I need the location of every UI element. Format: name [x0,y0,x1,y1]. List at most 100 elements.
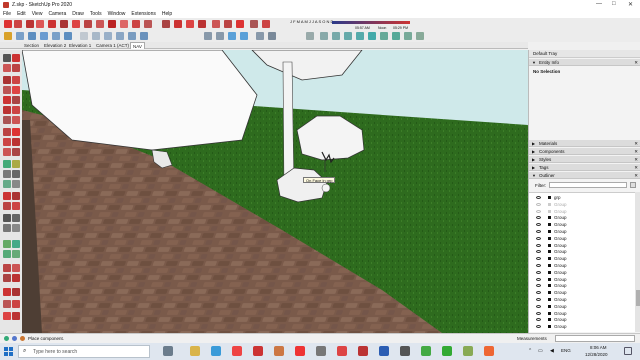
close-panel-icon[interactable]: ✕ [634,172,638,179]
rectangle-tool-icon[interactable] [48,20,56,28]
outliner-filter-input[interactable] [549,182,627,188]
dimension-icon[interactable] [12,160,20,168]
view-tool-b-icon[interactable] [320,32,328,40]
volume-icon[interactable]: ◀ [550,348,554,354]
visibility-eye-icon[interactable] [536,277,541,281]
line-tool-icon[interactable] [26,20,34,28]
solid-trim-icon[interactable] [3,274,11,282]
tab-elevation-1[interactable]: Elevation 1 [67,42,93,49]
outliner-row[interactable]: Group [533,297,633,303]
solid-union-icon[interactable] [3,264,11,272]
outliner-row[interactable]: Group [533,283,633,289]
guides-icon[interactable] [268,32,276,40]
paint-bucket-icon[interactable] [12,64,20,72]
app-icon-15[interactable] [484,346,494,356]
scene-render[interactable] [22,50,528,333]
close-panel-icon[interactable]: ✕ [634,164,638,171]
app-icon-12[interactable] [421,346,431,356]
outliner-row[interactable]: Group [533,215,633,221]
axes-icon[interactable] [256,32,264,40]
menu-edit[interactable]: Edit [17,10,26,18]
tape-measure-icon[interactable] [3,160,11,168]
pan-icon[interactable] [12,192,20,200]
tab-section[interactable]: Section [22,42,41,49]
section-plane-tool-icon[interactable] [12,224,20,232]
protractor-icon[interactable] [3,170,11,178]
look-around-icon[interactable] [3,224,11,232]
outliner-row[interactable]: Group [533,243,633,249]
outliner-row[interactable]: Group [533,222,633,228]
eraser-icon[interactable] [3,64,11,72]
view-tool-d-icon[interactable] [344,32,352,40]
clock-time[interactable]: 8:06 AM [590,345,607,350]
extension-b-icon[interactable] [12,288,20,296]
move-icon[interactable] [3,128,11,136]
zoom-window-icon[interactable] [12,202,20,210]
position-camera-icon[interactable] [3,214,11,222]
front-view-icon[interactable] [28,32,36,40]
tab-elevation-2[interactable]: Elevation 2 [42,42,68,49]
word-icon[interactable] [379,346,389,356]
circle-icon[interactable] [3,116,11,124]
visibility-eye-icon[interactable] [536,202,541,206]
outliner-row[interactable]: Group [533,209,633,215]
menu-view[interactable]: View [32,10,43,18]
network-icon[interactable]: ▭ [538,348,543,354]
panel-styles[interactable]: ▶ Styles ✕ [529,156,640,163]
visibility-eye-icon[interactable] [536,284,541,288]
tab-camera-1[interactable]: Camera 1 (ACT) [94,42,131,49]
select-tool-icon[interactable] [4,20,12,28]
close-panel-icon[interactable]: ✕ [634,140,638,147]
geo-location-icon[interactable] [4,336,9,341]
panel-outliner[interactable]: ▼ Outliner ✕ [529,172,640,179]
view-tool-i-icon[interactable] [404,32,412,40]
app-icon-11[interactable] [400,346,410,356]
rotated-rectangle-icon[interactable] [12,106,20,114]
view-tool-c-icon[interactable] [332,32,340,40]
menu-window[interactable]: Window [108,10,126,18]
orbit-tool-icon[interactable] [162,20,170,28]
rotate-tool-icon[interactable] [96,20,104,28]
app-icon-9[interactable] [358,346,368,356]
zoom-extents-icon[interactable] [198,20,206,28]
visibility-eye-icon[interactable] [536,270,541,274]
menu-file[interactable]: File [3,10,11,18]
back-view-icon[interactable] [52,32,60,40]
outliner-row[interactable]: Group [533,304,633,310]
textured-icon[interactable] [128,32,136,40]
visibility-eye-icon[interactable] [536,196,541,199]
warehouse-icon[interactable] [212,20,220,28]
axes-tool-icon[interactable] [3,180,11,188]
extension-c-icon[interactable] [3,300,11,308]
view-tool-g-icon[interactable] [380,32,388,40]
app-icon-6[interactable] [295,346,305,356]
panel-tags[interactable]: ▶ Tags ✕ [529,164,640,171]
push-pull-tool-icon[interactable] [60,20,68,28]
visibility-eye-icon[interactable] [536,298,541,301]
extension-e-icon[interactable] [3,312,11,320]
text-tool-icon[interactable] [132,20,140,28]
zoom-tool-icon[interactable] [186,20,194,28]
display-section-icon[interactable] [216,32,224,40]
freehand-icon[interactable] [12,76,20,84]
section-cut-icon[interactable] [228,32,236,40]
scale-icon[interactable] [3,148,11,156]
rectangle-icon[interactable] [3,106,11,114]
visibility-eye-icon[interactable] [536,311,541,315]
tray-chevron-icon[interactable]: ⌃ [528,348,532,354]
app-icon-7[interactable] [316,346,326,356]
solid-split-icon[interactable] [12,274,20,282]
move-tool-icon[interactable] [84,20,92,28]
visibility-eye-icon[interactable] [536,243,541,247]
wireframe-icon[interactable] [92,32,100,40]
visibility-eye-icon[interactable] [536,216,541,220]
extension-icon[interactable] [224,20,232,28]
tab-nav[interactable]: NAV [130,42,145,49]
drape-icon[interactable] [12,250,20,258]
outliner-options-icon[interactable] [630,182,636,188]
text-icon[interactable] [12,170,20,178]
measurements-input[interactable] [555,335,635,342]
pan-tool-icon[interactable] [174,20,182,28]
user-icon[interactable] [20,336,25,341]
notifications-icon[interactable] [624,347,632,355]
